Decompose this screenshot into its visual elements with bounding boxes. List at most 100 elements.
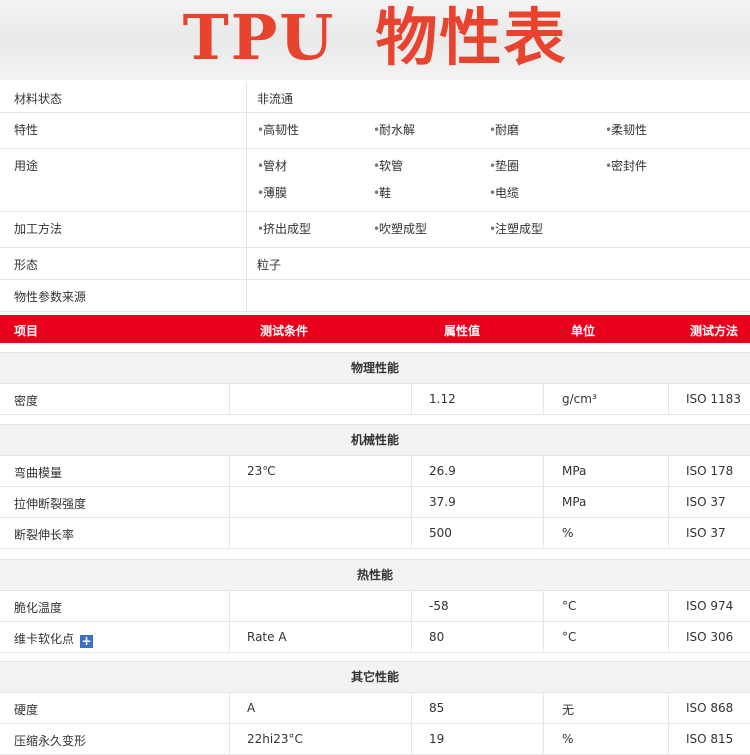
cell-item: 脆化温度 — [14, 599, 62, 616]
tag-label: 高韧性 — [263, 123, 299, 137]
tag-label: 垫圈 — [495, 159, 519, 173]
title-subject: 物性表 — [375, 1, 567, 74]
tag-label: 注塑成型 — [495, 222, 543, 236]
tag-item: •密封件 — [605, 157, 721, 184]
info-row-form: 形态 粒子 — [0, 248, 750, 280]
info-label: 用途 — [0, 149, 247, 212]
features-list: •高韧性•耐水解•耐磨•柔韧性 — [257, 121, 750, 148]
info-row-source: 物性参数来源 — [0, 280, 750, 312]
section-title: 热性能 — [0, 559, 750, 591]
table-row: 脆化温度 -58 °C ISO 974 — [0, 591, 750, 622]
tag-item: •薄膜 — [257, 184, 373, 211]
cell-item: 硬度 — [14, 701, 38, 718]
title-product: TPU — [183, 1, 336, 74]
info-label: 材料状态 — [0, 82, 247, 113]
info-label: 物性参数来源 — [0, 280, 247, 312]
tag-item: •耐磨 — [489, 121, 605, 148]
cell-condition: Rate A — [247, 630, 287, 644]
header-condition: 测试条件 — [260, 322, 308, 339]
section-title: 机械性能 — [0, 424, 750, 456]
cell-item: 拉伸断裂强度 — [14, 495, 86, 512]
cell-condition: 22hi23°C — [247, 732, 303, 746]
cell-unit: MPa — [562, 495, 586, 509]
tag-item: •管材 — [257, 157, 373, 184]
cell-item: 断裂伸长率 — [14, 526, 74, 543]
tag-item: •高韧性 — [257, 121, 373, 148]
info-row-processing: 加工方法 •挤出成型•吹塑成型•注塑成型 — [0, 212, 750, 248]
cell-condition: A — [247, 701, 255, 715]
property-table-header: 项目 测试条件 属性值 单位 测试方法 — [0, 315, 750, 343]
cell-value: 80 — [429, 630, 444, 644]
cell-value: 500 — [429, 526, 452, 540]
info-row-features: 特性 •高韧性•耐水解•耐磨•柔韧性 — [0, 113, 750, 149]
table-row: 断裂伸长率 500% ISO 37 — [0, 518, 750, 549]
cell-unit: MPa — [562, 464, 586, 478]
uses-list: •管材•软管•垫圈•密封件•薄膜•鞋•电缆 — [257, 157, 750, 211]
cell-item: 弯曲模量 — [14, 464, 62, 481]
cell-value: 1.12 — [429, 392, 456, 406]
cell-unit: °C — [562, 630, 576, 644]
table-row: 维卡软化点+ Rate A 80 °C ISO 306 — [0, 622, 750, 653]
table-row: 硬度A85无ISO 868 — [0, 693, 750, 724]
tag-label: 软管 — [379, 159, 403, 173]
info-value: 粒子 — [247, 248, 750, 280]
cell-item: 压缩永久变形 — [14, 732, 86, 749]
info-label: 加工方法 — [0, 212, 247, 248]
cell-condition: 23℃ — [247, 464, 276, 478]
info-value — [247, 280, 750, 312]
info-label: 形态 — [0, 248, 247, 280]
tag-label: 鞋 — [379, 186, 391, 200]
property-section: 热性能脆化温度 -58 °C ISO 974 维卡软化点+ Rate A 80 °C ISO 3… — [0, 559, 750, 653]
tag-item: •耐水解 — [373, 121, 489, 148]
cell-unit: 无 — [562, 701, 574, 718]
tag-label: 薄膜 — [263, 186, 287, 200]
tag-item: •挤出成型 — [257, 220, 373, 247]
cell-value: 85 — [429, 701, 444, 715]
table-row: 弯曲模量23℃26.9MPaISO 178 — [0, 456, 750, 487]
cell-method: ISO 974 — [686, 599, 733, 613]
table-row: 密度1.12g/cm³ISO 1183 — [0, 384, 750, 415]
property-section: 物理性能密度1.12g/cm³ISO 1183 — [0, 352, 750, 415]
tag-item: •软管 — [373, 157, 489, 184]
cell-method: ISO 37 — [686, 526, 726, 540]
tag-item: •柔韧性 — [605, 121, 721, 148]
tag-label: 耐水解 — [379, 123, 415, 137]
cell-unit: % — [562, 732, 573, 746]
section-title: 物理性能 — [0, 352, 750, 384]
section-title: 其它性能 — [0, 661, 750, 693]
info-label: 特性 — [0, 113, 247, 149]
cell-unit: °C — [562, 599, 576, 613]
plus-icon[interactable]: + — [80, 635, 93, 648]
header-item: 项目 — [14, 322, 38, 339]
processing-list: •挤出成型•吹塑成型•注塑成型 — [257, 220, 750, 247]
table-row: 压缩永久变形 22hi23°C 19% ISO 815 — [0, 724, 750, 755]
tag-label: 电缆 — [495, 186, 519, 200]
table-row: 拉伸断裂强度 37.9 MPa ISO 37 — [0, 487, 750, 518]
tag-label: 挤出成型 — [263, 222, 311, 236]
tag-label: 柔韧性 — [611, 123, 647, 137]
item-with-expand: 维卡软化点+ — [14, 630, 93, 648]
cell-value: 37.9 — [429, 495, 456, 509]
cell-unit: % — [562, 526, 573, 540]
cell-method: ISO 815 — [686, 732, 733, 746]
tag-item: •电缆 — [489, 184, 605, 211]
tag-label: 吹塑成型 — [379, 222, 427, 236]
cell-method: ISO 306 — [686, 630, 733, 644]
tag-label: 密封件 — [611, 159, 647, 173]
property-section: 机械性能弯曲模量23℃26.9MPaISO 178拉伸断裂强度37.9MPaIS… — [0, 424, 750, 549]
info-row-uses: 用途 •管材•软管•垫圈•密封件•薄膜•鞋•电缆 — [0, 149, 750, 212]
info-value: 非流通 — [247, 82, 750, 113]
cell-method: ISO 37 — [686, 495, 726, 509]
header-unit: 单位 — [571, 322, 595, 339]
material-info-table: 材料状态 非流通 特性 •高韧性•耐水解•耐磨•柔韧性 用途 •管材•软管•垫圈… — [0, 82, 750, 312]
tag-label: 耐磨 — [495, 123, 519, 137]
cell-item: 密度 — [14, 392, 38, 409]
property-section: 其它性能硬度A85无ISO 868压缩永久变形22hi23°C19%ISO 81… — [0, 661, 750, 755]
cell-method: ISO 1183 — [686, 392, 741, 406]
header-method: 测试方法 — [690, 322, 738, 339]
cell-value: -58 — [429, 599, 449, 613]
cell-value: 26.9 — [429, 464, 456, 478]
cell-value: 19 — [429, 732, 444, 746]
tag-label: 管材 — [263, 159, 287, 173]
header-value: 属性值 — [444, 322, 480, 339]
